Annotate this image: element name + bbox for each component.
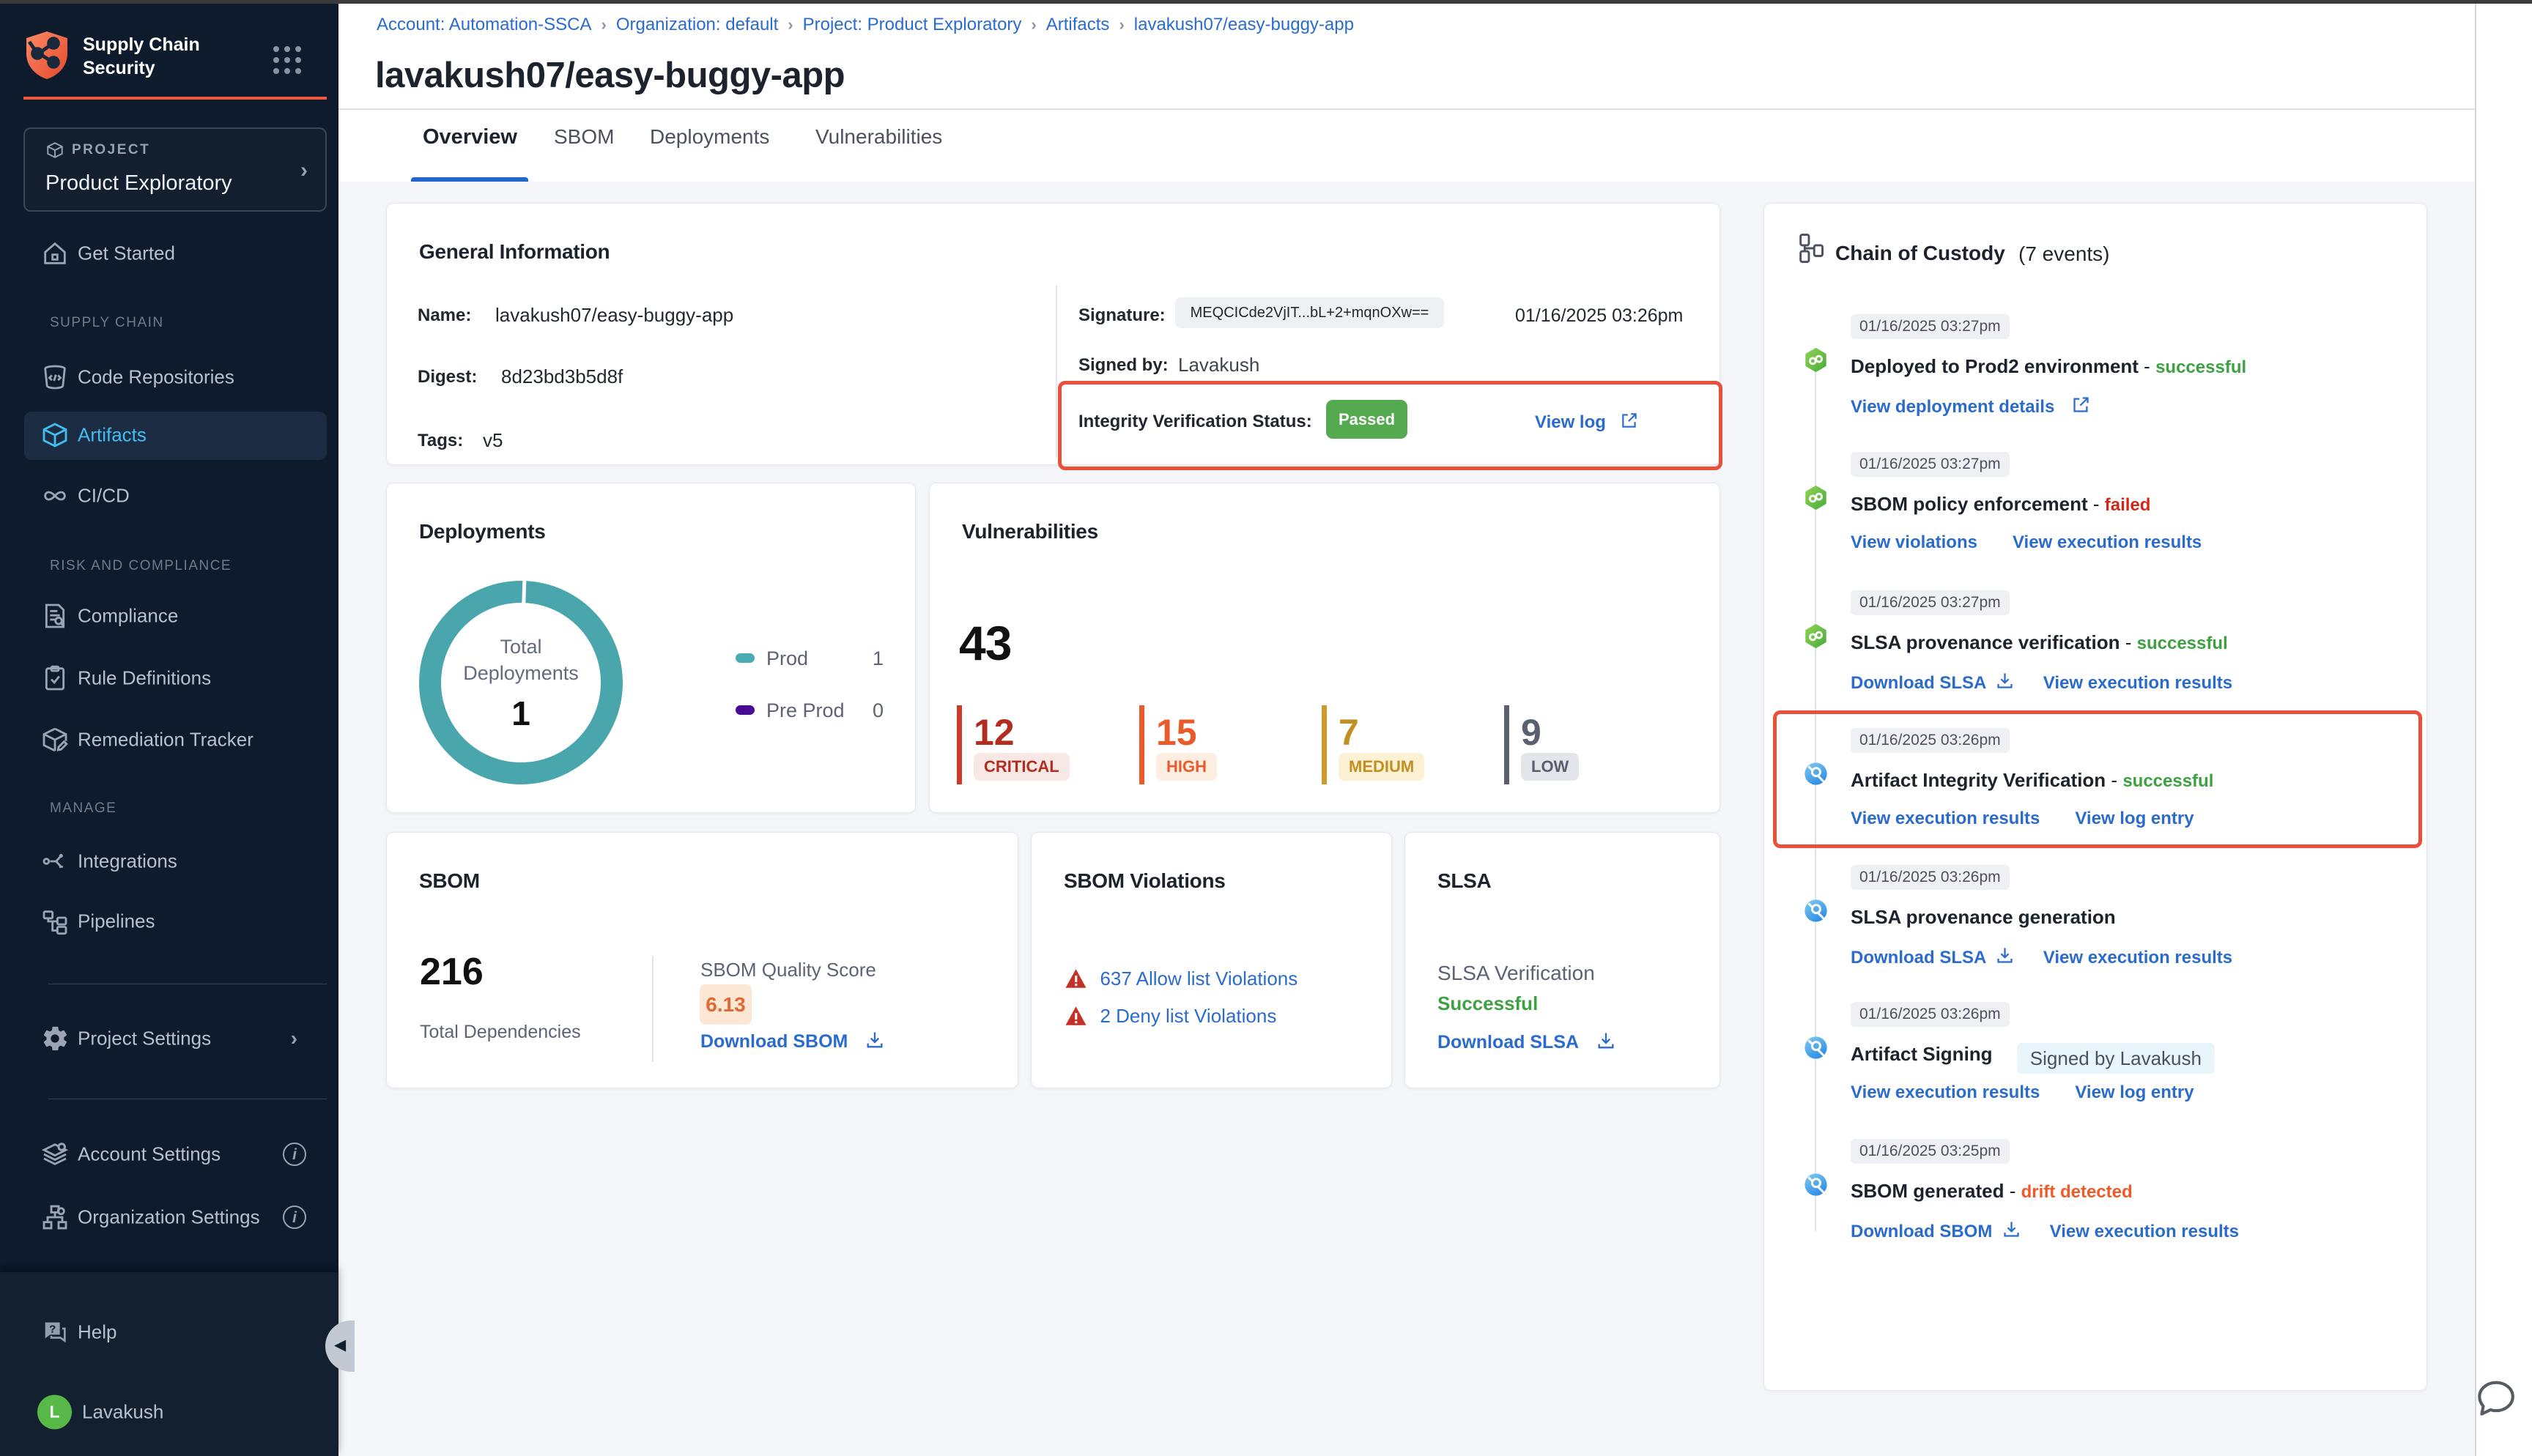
svg-text:?: ? — [49, 1323, 56, 1335]
